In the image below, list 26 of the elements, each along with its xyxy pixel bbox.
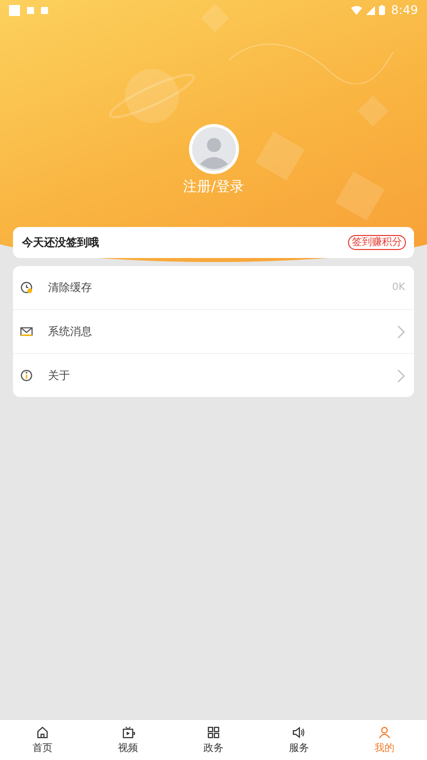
tab[interactable]: 服务 <box>256 720 342 760</box>
tv-icon <box>122 726 135 738</box>
notification-icon <box>9 4 20 16</box>
checkin-button[interactable]: 签到赚积分 <box>348 235 406 250</box>
menu-item[interactable]: 关于 <box>13 354 414 397</box>
chevron-right-icon <box>397 368 405 382</box>
home-icon <box>36 726 50 738</box>
wifi-icon <box>351 6 362 14</box>
menu-item[interactable]: 系统消息 <box>13 310 414 354</box>
signal-icon <box>366 6 376 14</box>
tab[interactable]: 视频 <box>85 720 171 760</box>
menu-item[interactable]: 清除缓存 0K <box>13 266 414 310</box>
avatar-icon[interactable] <box>188 124 238 174</box>
chevron-right-icon <box>397 324 405 338</box>
mail-icon <box>20 325 33 338</box>
tab[interactable]: 首页 <box>0 720 86 760</box>
speaker-icon <box>292 726 306 738</box>
grid-icon <box>207 726 220 738</box>
clock-icon <box>20 281 33 294</box>
cache-size: 0K <box>392 282 405 293</box>
checkin-message: 今天还没签到哦 <box>22 235 99 250</box>
tab[interactable]: 政务 <box>170 720 256 760</box>
person-icon <box>378 726 391 738</box>
clock-time: 8:49 <box>391 3 418 17</box>
info-icon <box>20 369 33 382</box>
battery-icon <box>379 5 386 15</box>
